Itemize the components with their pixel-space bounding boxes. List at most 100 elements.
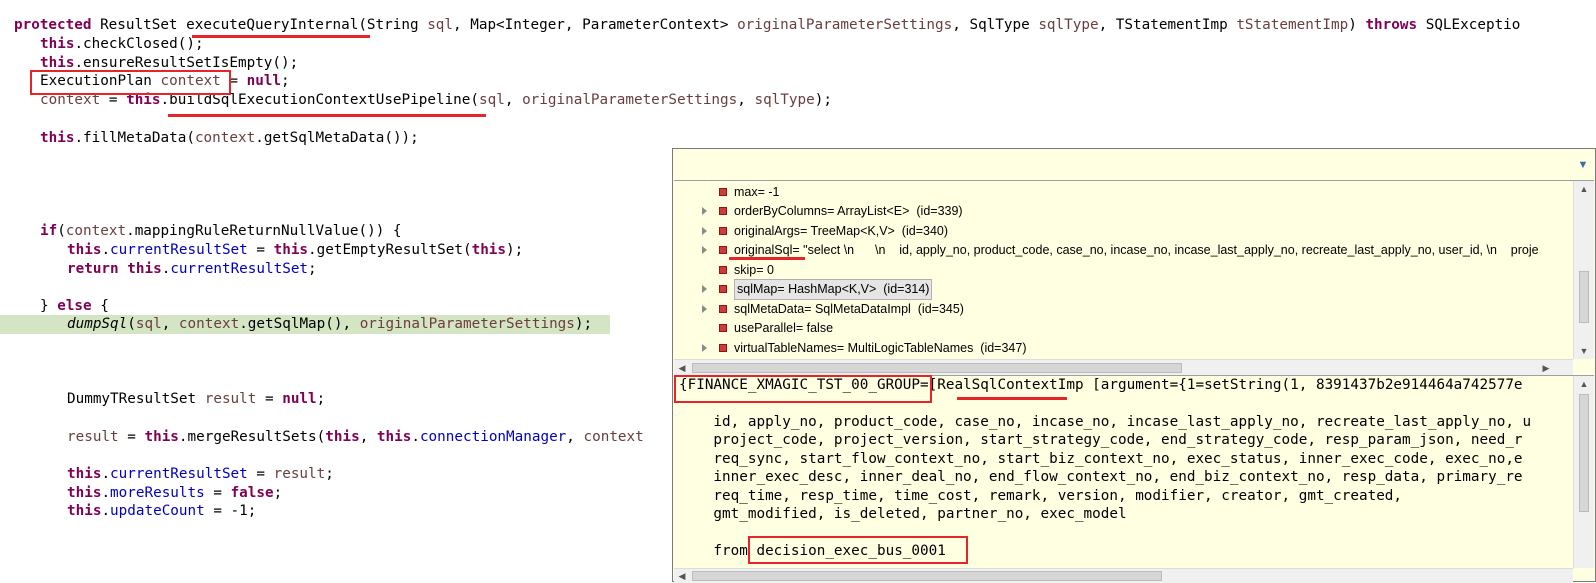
variable: result: [204, 391, 257, 407]
keyword: if: [40, 223, 58, 239]
variable: originalParameterSettings: [359, 316, 575, 332]
code-text: =: [118, 429, 145, 445]
scroll-right-arrow-icon[interactable]: ▶: [1540, 362, 1552, 374]
annotation-box-context: [30, 70, 231, 95]
field-icon: [719, 266, 727, 274]
keyword: null: [246, 73, 282, 89]
code-text: ;: [281, 73, 290, 89]
annotation-box-table-name: [748, 536, 968, 564]
expand-arrow-icon[interactable]: [702, 344, 707, 352]
field-icon: [719, 324, 727, 332]
variable: sql: [479, 92, 505, 108]
variable: context: [178, 316, 240, 332]
param-tstatement-imp: tStatementImp: [1236, 17, 1349, 33]
scroll-left-arrow-icon[interactable]: ◀: [676, 570, 688, 582]
annotation-box-group: [674, 375, 932, 403]
variable: context: [194, 130, 256, 146]
field-icon: [719, 285, 727, 293]
keyword: this: [67, 485, 102, 501]
expand-arrow-icon[interactable]: [702, 227, 707, 235]
scroll-thumb[interactable]: [1579, 271, 1589, 323]
code-text: =: [204, 485, 231, 501]
tree-node-label-selected: sqlMap= HashMap<K,V> (id=314): [734, 279, 933, 300]
field-icon: [719, 344, 727, 352]
scroll-thumb[interactable]: [692, 363, 1182, 373]
tree-horizontal-scrollbar[interactable]: ◀ ▶: [674, 359, 1573, 376]
expand-arrow-icon[interactable]: [702, 246, 707, 254]
detail-horizontal-scrollbar[interactable]: ◀: [674, 568, 1573, 583]
keyword: this: [67, 242, 102, 258]
view-menu-icon[interactable]: ▼: [1576, 158, 1590, 172]
tree-node-label: originalSql= "select \n \n id, apply_no,…: [734, 243, 1539, 257]
field-icon: [719, 227, 727, 235]
scroll-thumb[interactable]: [1579, 394, 1589, 512]
code-text: .: [101, 485, 111, 501]
variable: context: [65, 223, 127, 239]
detail-line: gmt_modified, is_deleted, partner_no, ex…: [679, 506, 1127, 522]
variable: result: [67, 429, 119, 445]
param-sql-type: sqlType: [1038, 17, 1099, 33]
scroll-thumb[interactable]: [692, 571, 1162, 581]
expand-arrow-icon[interactable]: [702, 305, 707, 313]
code-line-current-debug: dumpSql(sql, context.getSqlMap(), origin…: [0, 315, 610, 334]
code-text: =: [247, 466, 274, 482]
variable: sql: [135, 316, 162, 332]
variable-tree[interactable]: max= -1 orderByColumns= ArrayList<E> (id…: [674, 181, 1574, 359]
variable: context: [583, 429, 644, 445]
expand-arrow-icon[interactable]: [702, 207, 707, 215]
code-line-method-signature: protected ResultSet executeQueryInternal…: [0, 16, 1596, 35]
scroll-left-arrow-icon[interactable]: ◀: [676, 362, 688, 374]
scroll-up-arrow-icon[interactable]: ▲: [1578, 378, 1590, 390]
code-text: ;: [273, 485, 283, 501]
code-text: ;: [308, 261, 317, 277]
field: currentResultSet: [110, 242, 248, 258]
keyword: this: [40, 36, 75, 52]
scroll-up-arrow-icon[interactable]: ▲: [1578, 183, 1590, 195]
code-text: =: [256, 391, 283, 407]
code-text: DummyTResultSet: [67, 391, 205, 407]
code-text: , Map<Integer, ParameterContext>: [453, 17, 738, 33]
code-text: ,: [161, 316, 179, 332]
field: connectionManager: [419, 429, 567, 445]
detail-line: project_code, project_version, start_str…: [679, 432, 1523, 448]
code-text: ;: [316, 391, 326, 407]
variable: result: [273, 466, 326, 482]
code-text: .getEmptyResultSet(: [308, 242, 472, 258]
code-text: (: [57, 223, 66, 239]
popup-header: ▼: [674, 150, 1594, 181]
annotation-underline-method: [192, 35, 370, 38]
method-name: executeQueryInternal: [186, 17, 359, 33]
detail-text: RealSqlContextImp: [937, 377, 1084, 393]
expand-arrow-icon[interactable]: [702, 285, 707, 293]
keyword: this: [40, 130, 75, 146]
code-text: .: [101, 503, 111, 519]
code-text: .mergeResultSets(: [178, 429, 326, 445]
keyword: this: [67, 503, 102, 519]
code-text: .getSqlMetaData());: [255, 130, 419, 146]
keyword: return: [67, 261, 119, 277]
detail-vertical-scrollbar[interactable]: ▲: [1573, 376, 1594, 568]
keyword: this: [67, 466, 102, 482]
code-line: this.fillMetaData(context.getSqlMetaData…: [0, 129, 1596, 148]
code-text: (String: [358, 17, 428, 33]
detail-text: [argument={1=setString(1, 8391437b2e9144…: [1083, 377, 1523, 393]
field: moreResults: [110, 485, 205, 501]
keyword: this: [471, 242, 507, 258]
method-name: dumpSql: [67, 316, 128, 332]
detail-line: id, apply_no, product_code, case_no, inc…: [679, 414, 1532, 430]
code-text: ResultSet: [91, 17, 187, 33]
tree-node-label: orderByColumns= ArrayList<E> (id=339): [734, 204, 963, 218]
scroll-down-arrow-icon[interactable]: ▼: [1578, 345, 1590, 357]
code-text: ,: [359, 429, 377, 445]
field-icon: [719, 246, 727, 254]
keyword: this: [40, 55, 75, 71]
code-text: ,: [566, 429, 584, 445]
code-text: SQLExceptio: [1417, 17, 1521, 33]
annotation-underline-real-sql-context: [957, 397, 1067, 400]
variable-inspector-popup[interactable]: ▼ max= -1 orderByColumns= ArrayList<E> (…: [672, 148, 1596, 583]
tree-vertical-scrollbar[interactable]: ▲ ▼: [1573, 181, 1594, 359]
code-text: );: [506, 242, 524, 258]
code-text: .checkClosed();: [74, 36, 204, 52]
param-sql: sql: [427, 17, 454, 33]
